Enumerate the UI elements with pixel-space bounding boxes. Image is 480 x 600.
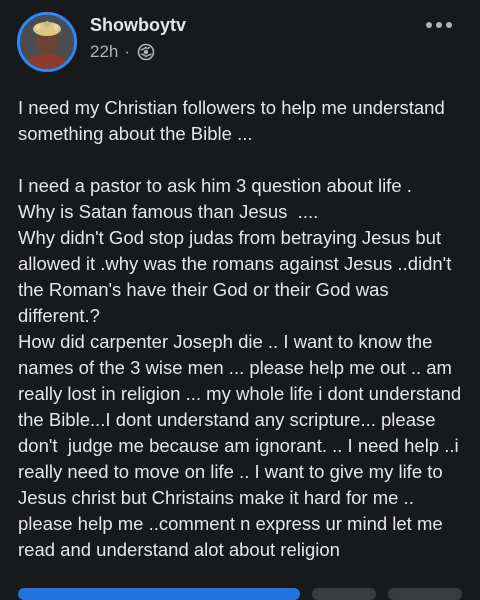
post-header: Showboytv 22h ·	[0, 0, 480, 80]
post-paragraph-questions: I need a pastor to ask him 3 question ab…	[18, 175, 462, 560]
meta-separator: ·	[124, 42, 131, 61]
post-meta: 22h ·	[90, 42, 155, 62]
secondary-action-button[interactable]	[312, 588, 376, 600]
primary-action-button[interactable]	[18, 588, 300, 600]
post-text: I need my Christian followers to help me…	[18, 95, 462, 575]
tertiary-action-button[interactable]	[388, 588, 462, 600]
avatar[interactable]	[17, 12, 77, 72]
post-time[interactable]: 22h	[90, 42, 118, 62]
globe-icon[interactable]	[137, 43, 155, 61]
text-fade	[18, 565, 462, 575]
author-name[interactable]: Showboytv	[90, 15, 186, 36]
more-horizontal-icon[interactable]	[424, 18, 454, 32]
post-paragraph-intro: I need my Christian followers to help me…	[18, 97, 450, 144]
avatar-image	[20, 15, 74, 69]
